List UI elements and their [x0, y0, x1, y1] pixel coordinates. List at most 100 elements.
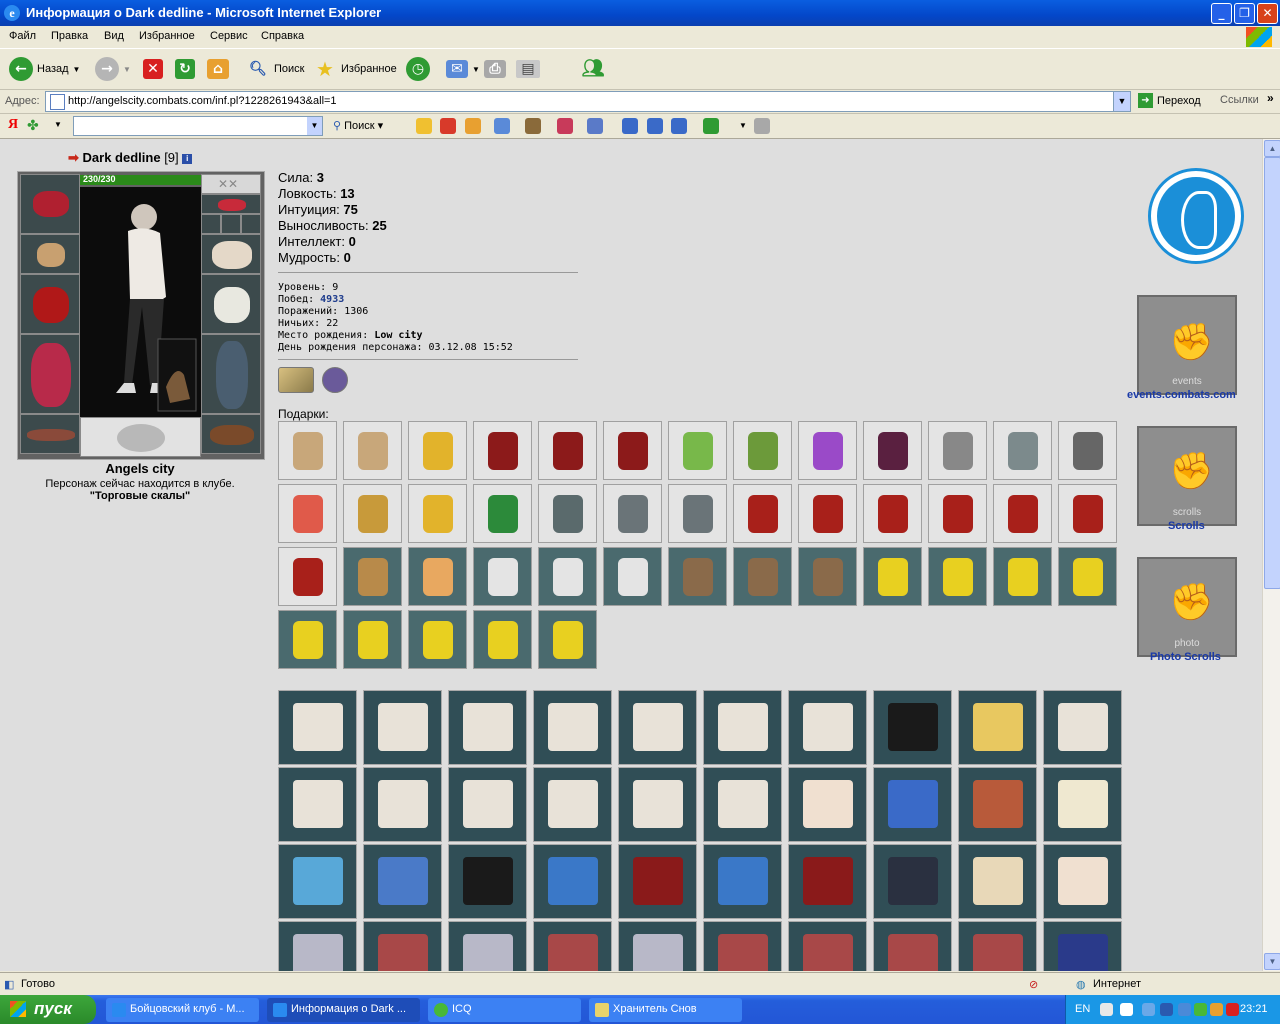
info-icon[interactable]: i — [182, 153, 193, 164]
weapon-icons-slot[interactable]: ✕✕ — [201, 174, 261, 194]
gift-box[interactable] — [533, 690, 612, 765]
red-mask[interactable] — [788, 921, 867, 971]
tiger-gift[interactable] — [408, 547, 467, 606]
2009-card[interactable] — [363, 844, 442, 919]
red-mask[interactable] — [533, 921, 612, 971]
smiley-hat-gift[interactable] — [863, 547, 922, 606]
go-button[interactable]: ➜ Переход — [1138, 93, 1201, 108]
clan-emblem-slot[interactable] — [80, 417, 201, 457]
gift-box[interactable] — [618, 767, 697, 842]
help-icon[interactable] — [1120, 1003, 1133, 1016]
gift-box[interactable] — [363, 690, 442, 765]
portrait-card[interactable] — [958, 767, 1037, 842]
search-button[interactable]: 🔍︎ Поиск — [246, 55, 304, 83]
refresh-button[interactable]: ↻ — [175, 55, 195, 83]
calendar-2006-gift[interactable] — [473, 421, 532, 480]
bracer-slot[interactable] — [20, 234, 80, 274]
smiley-hat-gift[interactable] — [928, 547, 987, 606]
smiley-hat-gift[interactable] — [278, 610, 337, 669]
mail-icon[interactable] — [557, 118, 573, 134]
armor-slot[interactable] — [20, 334, 80, 414]
photo-banner[interactable]: ✊ photo — [1137, 557, 1237, 657]
traffic-icon[interactable] — [440, 118, 456, 134]
red-cloak-gift[interactable] — [278, 547, 337, 606]
forward-button[interactable]: → ▼ — [95, 55, 131, 83]
smiley-hat-gift[interactable] — [993, 547, 1052, 606]
scroll-gift[interactable] — [278, 421, 337, 480]
people-icon[interactable] — [465, 118, 481, 134]
gift-bag[interactable] — [873, 690, 952, 765]
task-dark-dedline-info[interactable]: Информация о Dark ... — [267, 998, 420, 1022]
candle-jar[interactable] — [873, 767, 952, 842]
red-mask[interactable] — [873, 921, 952, 971]
potion-gift[interactable] — [798, 421, 857, 480]
boots-slot[interactable] — [201, 414, 261, 454]
maximize-button[interactable]: ❐ — [1234, 3, 1255, 24]
scroll-up-button[interactable]: ▲ — [1264, 140, 1280, 157]
minimize-button[interactable]: _ — [1211, 3, 1232, 24]
combats-logo[interactable] — [1148, 168, 1244, 264]
silver-mask[interactable] — [278, 921, 357, 971]
messenger-button[interactable]: 👥︎ — [581, 55, 605, 83]
menu-favorites[interactable]: Избранное — [139, 30, 195, 42]
acorn-gift[interactable] — [343, 547, 402, 606]
history-button[interactable]: ◷ — [406, 55, 430, 83]
events-link[interactable]: events.combats.com — [1127, 389, 1236, 401]
icq-flower-icon[interactable] — [1194, 1003, 1207, 1016]
language-indicator[interactable]: EN — [1075, 1003, 1090, 1015]
close-button[interactable]: ✕ — [1257, 3, 1278, 24]
scroll-thumb[interactable] — [1264, 157, 1280, 589]
menu-view[interactable]: Вид — [104, 30, 124, 42]
gift-box[interactable] — [788, 690, 867, 765]
yandex-logo[interactable]: Я — [8, 117, 18, 133]
red-cloak-gift[interactable] — [993, 484, 1052, 543]
red-cloak-gift[interactable] — [733, 484, 792, 543]
gift-box[interactable] — [278, 767, 357, 842]
chevron-left-icon[interactable] — [1160, 1003, 1173, 1016]
events-banner[interactable]: ✊ events — [1137, 295, 1237, 395]
start-button[interactable]: пуск — [0, 995, 96, 1024]
mail-button[interactable]: ✉ ▼ — [446, 55, 480, 83]
chevron-down-icon[interactable]: ▼ — [739, 121, 747, 130]
red-cloak-gift[interactable] — [928, 484, 987, 543]
green-cloak-gift[interactable] — [473, 484, 532, 543]
links-button[interactable]: Ссылки — [1220, 94, 1259, 106]
antivirus-icon[interactable] — [1226, 1003, 1239, 1016]
helmet-slot[interactable] — [20, 174, 80, 234]
task-combats-club[interactable]: Бойцовский клуб - М... — [106, 998, 259, 1022]
book-gift[interactable] — [863, 421, 922, 480]
clover-icon[interactable]: ✤ — [27, 117, 39, 134]
scrolls-link[interactable]: Scrolls — [1168, 520, 1205, 532]
smiley-hat-gift[interactable] — [538, 610, 597, 669]
weather-icon[interactable] — [416, 118, 432, 134]
bottle-gift[interactable] — [668, 421, 727, 480]
birthday-card[interactable] — [873, 844, 952, 919]
photo-scrolls-link[interactable]: Photo Scrolls — [1150, 651, 1221, 663]
may9-star-card[interactable] — [618, 844, 697, 919]
smiley-hat-gift[interactable] — [408, 610, 467, 669]
favorites-button[interactable]: ★ Избранное — [313, 55, 397, 83]
belt-slot[interactable] — [20, 414, 80, 454]
shield-slot[interactable] — [201, 274, 261, 334]
chess-gift[interactable] — [343, 484, 402, 543]
wine-card[interactable] — [958, 844, 1037, 919]
address-input[interactable]: http://angelscity.combats.com/inf.pl?122… — [45, 91, 1131, 112]
ring-slot-2[interactable] — [221, 214, 241, 234]
silver-mask[interactable] — [618, 921, 697, 971]
vertical-scrollbar[interactable]: ▲ ▼ — [1262, 139, 1280, 971]
chevron-right-icon[interactable]: » — [1267, 91, 1274, 105]
red-mask[interactable] — [703, 921, 782, 971]
gift-box[interactable] — [448, 690, 527, 765]
silver-mask[interactable] — [448, 921, 527, 971]
pencil-icon[interactable] — [754, 118, 770, 134]
gold-bar-gift[interactable] — [408, 484, 467, 543]
toolbox-icon[interactable] — [525, 118, 541, 134]
smiley-hat-gift[interactable] — [473, 610, 532, 669]
may9-card[interactable] — [533, 844, 612, 919]
home-button[interactable]: ⌂ — [207, 55, 229, 83]
gift-box[interactable] — [1043, 690, 1122, 765]
weapon-slot[interactable] — [20, 274, 80, 334]
hedgehog-gift[interactable] — [733, 547, 792, 606]
ring-slot-1[interactable] — [201, 214, 221, 234]
gift-box[interactable] — [533, 767, 612, 842]
